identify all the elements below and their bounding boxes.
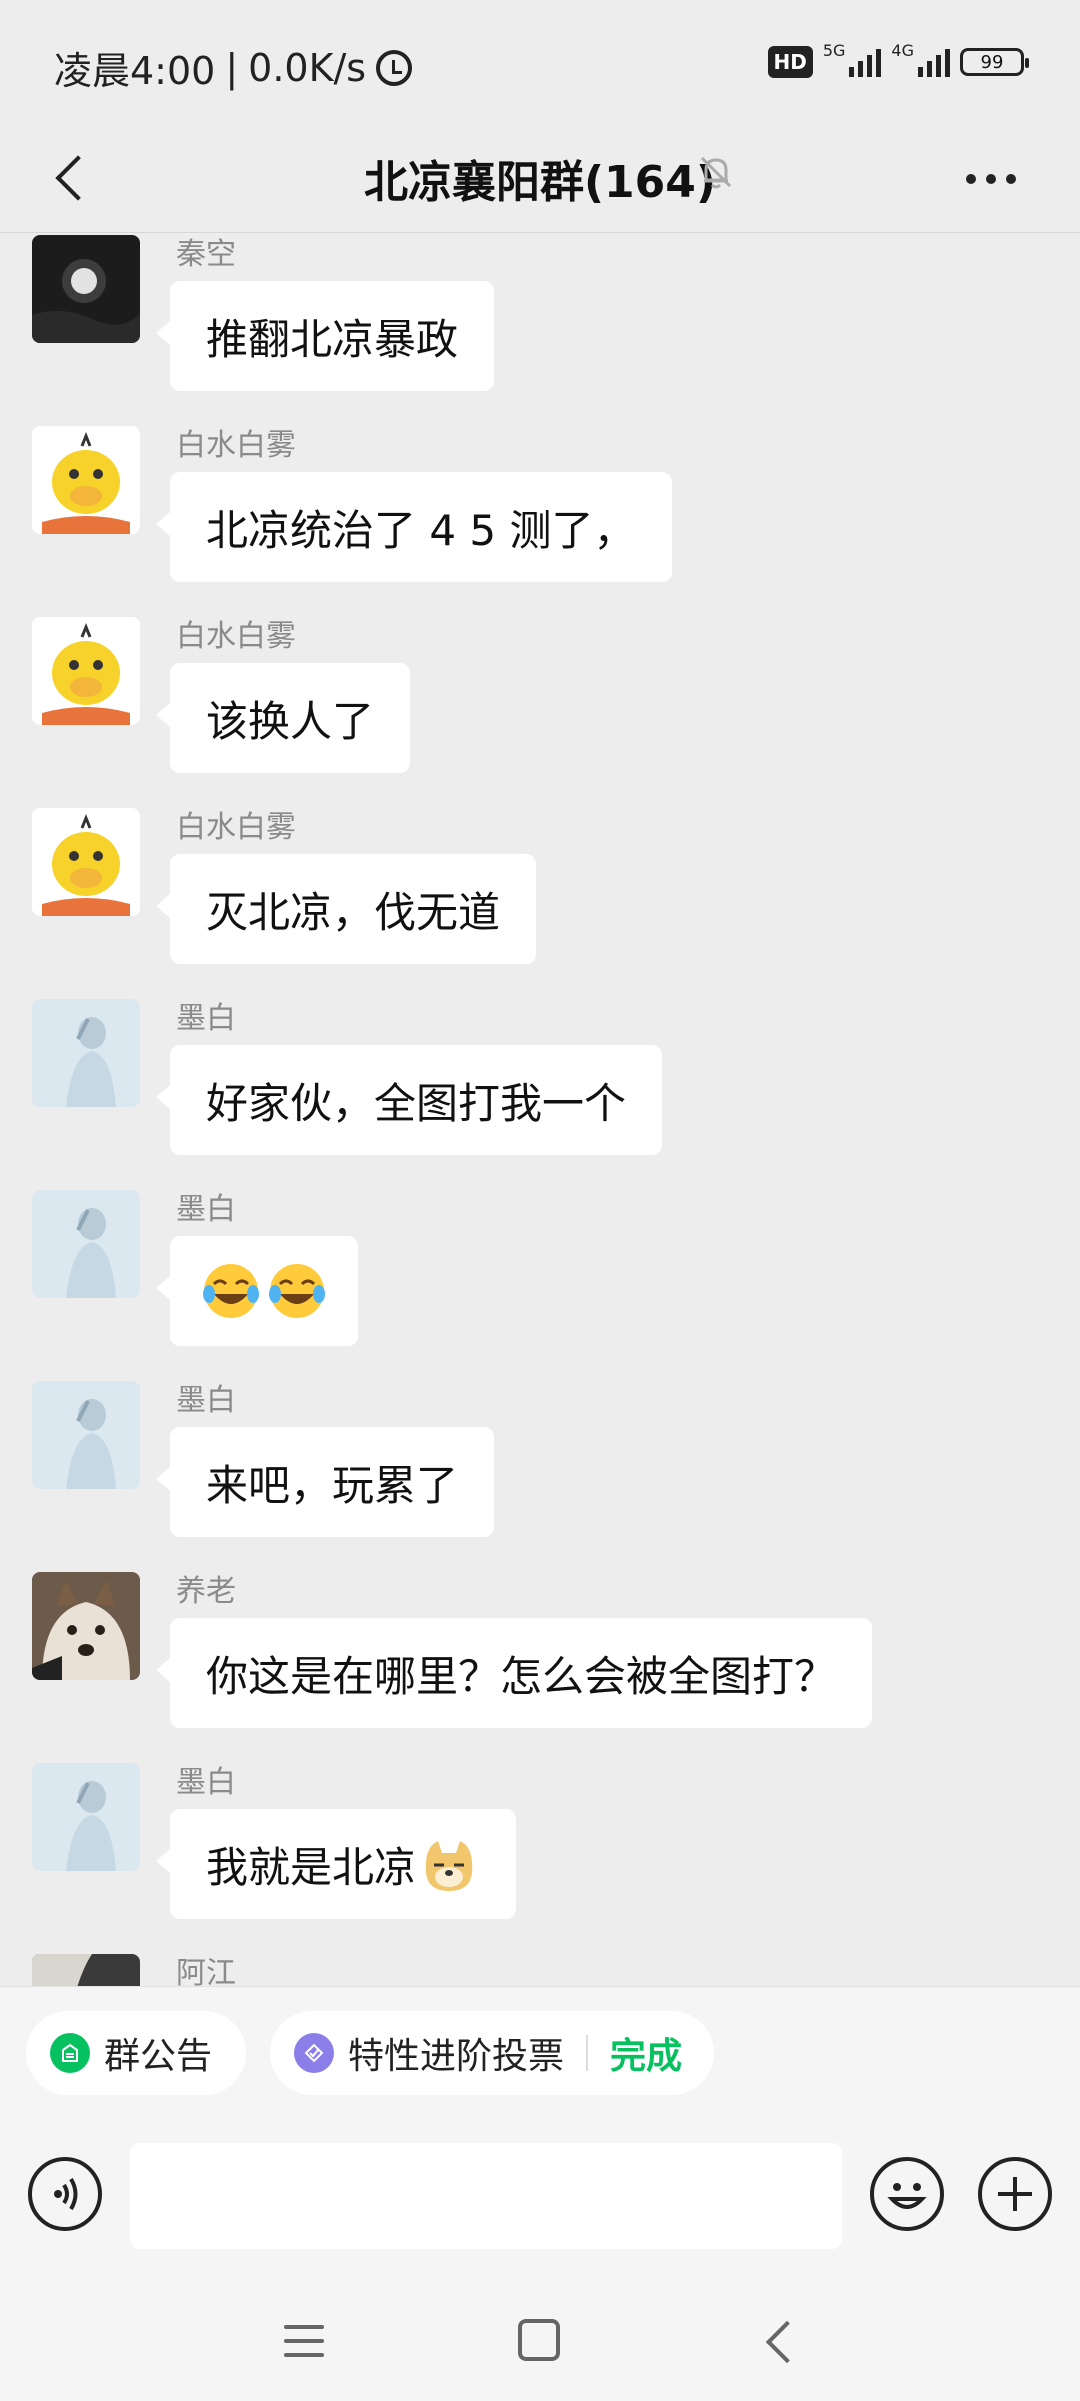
- message-text: 来吧，玩累了: [206, 1460, 459, 1510]
- avatar[interactable]: [32, 1763, 140, 1871]
- sender-name: 白水白雾: [176, 619, 296, 654]
- message-text: 灭北凉，伐无道: [206, 887, 501, 937]
- input-row: [0, 2141, 1080, 2251]
- more-icon[interactable]: [966, 164, 1026, 194]
- message-bubble[interactable]: 北凉统治了 4 5 测了，: [156, 472, 672, 582]
- message-bubble[interactable]: 来吧，玩累了: [155, 1427, 495, 1537]
- message-text: 你这是在哪里？怎么会被全图打？: [206, 1651, 837, 1701]
- vote-chip[interactable]: 特性进阶投票 完成: [270, 2011, 715, 2095]
- avatar[interactable]: [32, 808, 140, 916]
- signal-5g-icon: [849, 47, 882, 77]
- chip-divider: [586, 2035, 589, 2071]
- alarm-icon: [376, 49, 413, 86]
- announcement-chip[interactable]: 群公告: [26, 2011, 247, 2095]
- avatar[interactable]: [32, 426, 140, 534]
- message-input[interactable]: [130, 2143, 842, 2249]
- net-5g-label: 5G: [822, 40, 846, 60]
- vote-icon: [294, 2033, 334, 2073]
- mute-bell-icon: [700, 156, 732, 189]
- message-text: 推翻北凉暴政: [206, 314, 459, 364]
- tears-of-joy-emoji-icon: [203, 1264, 259, 1318]
- message-bubble[interactable]: 灭北凉，伐无道: [155, 854, 537, 964]
- bottom-bar: 群公告 特性进阶投票 完成: [0, 1986, 1080, 2401]
- message-text: 好家伙，全图打我一个: [206, 1078, 627, 1128]
- avatar[interactable]: [32, 999, 140, 1107]
- status-bar: 凌晨4:00 | 0.0K/s HD 5G 4G 99: [0, 0, 1080, 130]
- sender-name: 墨白: [176, 1765, 236, 1800]
- chat-title: 北凉襄阳群(164): [363, 157, 717, 208]
- tears-of-joy-emoji-icon: [269, 1264, 325, 1318]
- sender-name: 白水白雾: [176, 428, 296, 463]
- hd-voice-icon: HD: [767, 46, 813, 78]
- emoji-icon[interactable]: [870, 2157, 944, 2231]
- sender-name: 养老: [176, 1574, 236, 1609]
- system-nav-bar: [0, 2291, 1080, 2391]
- message-text: 北凉统治了 4 5 测了，: [206, 505, 636, 555]
- status-left: 凌晨4:00 | 0.0K/s: [54, 40, 413, 95]
- menu-icon[interactable]: [284, 2321, 324, 2361]
- announcement-label: 群公告: [104, 2036, 213, 2077]
- announcement-icon: [50, 2033, 90, 2073]
- doge-emoji-icon: [425, 1841, 473, 1891]
- avatar[interactable]: [32, 617, 140, 725]
- voice-icon[interactable]: [28, 2157, 102, 2231]
- sender-name: 白水白雾: [176, 810, 296, 845]
- nav-bar: 北凉襄阳群(164): [0, 130, 1080, 234]
- status-separator: |: [225, 45, 239, 90]
- sender-name: 墨白: [176, 1383, 236, 1418]
- sender-name: 秦空: [176, 237, 236, 272]
- vote-done-button[interactable]: 完成: [610, 2027, 682, 2079]
- message-bubble[interactable]: 你这是在哪里？怎么会被全图打？: [155, 1618, 873, 1728]
- message-bubble[interactable]: 推翻北凉暴政: [155, 281, 495, 391]
- net-4g-label: 4G: [891, 40, 914, 60]
- status-time: 凌晨4:00: [54, 49, 216, 93]
- network-speed: 0.0K/s: [248, 45, 367, 90]
- avatar[interactable]: [32, 1381, 140, 1489]
- sender-name: 墨白: [176, 1001, 236, 1036]
- vote-label: 特性进阶投票: [348, 2036, 565, 2077]
- avatar[interactable]: [32, 1572, 140, 1680]
- chat-area[interactable]: 秦空 推翻北凉暴政 白水白雾 北凉统治了 4 5 测了， 白水白雾 该换人了 白…: [0, 233, 1080, 1986]
- signal-4g-icon: [918, 47, 950, 77]
- message-text: 我就是北凉: [206, 1842, 417, 1892]
- message-text: 该换人了: [206, 696, 375, 746]
- plus-icon[interactable]: [978, 2157, 1052, 2231]
- message-bubble[interactable]: [156, 1236, 358, 1346]
- sender-name: 墨白: [176, 1192, 236, 1227]
- message-bubble[interactable]: 我就是北凉: [155, 1809, 517, 1919]
- avatar[interactable]: [32, 235, 140, 343]
- message-bubble[interactable]: 好家伙，全图打我一个: [155, 1045, 663, 1155]
- system-back-icon[interactable]: [758, 2321, 798, 2361]
- status-right: HD 5G 4G 99: [767, 41, 1029, 78]
- avatar[interactable]: [32, 1190, 140, 1298]
- avatar[interactable]: [32, 1954, 140, 1986]
- home-icon[interactable]: [518, 2319, 560, 2361]
- sender-name: 阿江: [176, 1956, 236, 1986]
- battery-icon: 99: [960, 48, 1029, 76]
- message-bubble[interactable]: 该换人了: [155, 663, 411, 773]
